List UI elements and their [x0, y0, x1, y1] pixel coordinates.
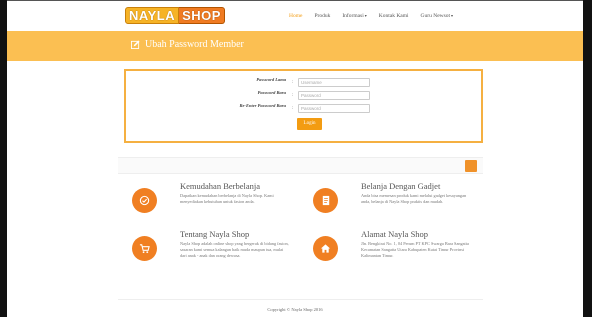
feature-text: Nayla Shop adalah online shop yang berge… — [180, 241, 289, 258]
feature-title: Belanja Dengan Gadjet — [361, 181, 441, 191]
nav-item-label: Produk — [314, 13, 331, 19]
feature-text: Dapatkan kemudahan berbelanja di Nayla S… — [180, 193, 274, 204]
check-circle-icon — [132, 188, 157, 213]
colon: : — [292, 92, 294, 98]
form-row-reenter-password: Re-Enter Password Baru : Password — [126, 103, 481, 113]
nav-item-label: Informasi — [342, 13, 364, 19]
nav-item-home[interactable]: Home — [289, 13, 302, 19]
new-password-input[interactable]: Password — [298, 90, 370, 100]
nav-item-informasi[interactable]: Informasi▾ — [342, 13, 366, 19]
login-button[interactable]: Login — [297, 118, 322, 130]
caret-down-icon: ▾ — [364, 13, 367, 18]
feature-title: Alamat Nayla Shop — [361, 229, 429, 239]
old-password-input[interactable]: Username — [298, 77, 370, 87]
colon: : — [292, 79, 294, 85]
reenter-password-input[interactable]: Password — [298, 103, 370, 113]
brand-word-2: SHOP — [179, 7, 225, 24]
feature-title: Tentang Nayla Shop — [180, 229, 250, 239]
nav-item-produk[interactable]: Produk — [314, 13, 330, 19]
change-password-form: Password Lama : Username Password Baru :… — [124, 69, 483, 143]
document-icon — [313, 188, 338, 213]
feature-text: Anda bisa memesan produk kami melalui ga… — [361, 193, 467, 204]
title-band: Ubah Password Member — [7, 31, 583, 61]
feature-text: Jln. Bengkirai No. 1, 04 Perum PT KPC Sw… — [361, 241, 469, 258]
colon: : — [292, 105, 294, 111]
nav-item-guru[interactable]: Guru Newsot▾ — [421, 13, 454, 19]
brand-logo[interactable]: NAYLA SHOP — [125, 7, 225, 24]
reenter-password-label: Re-Enter Password Baru — [239, 103, 286, 108]
footer-divider — [118, 299, 483, 300]
feature-title: Kemudahan Berbelanja — [180, 181, 261, 191]
edit-icon — [131, 40, 140, 49]
page: NAYLA SHOP Home Produk Informasi▾ Kontak… — [7, 1, 583, 317]
caret-down-icon: ▾ — [451, 13, 454, 18]
footer-copyright: Copyright © Nayla Shop 2016 — [267, 307, 323, 312]
left-black-border — [0, 0, 7, 317]
form-row-new-password: Password Baru : Password — [126, 90, 481, 100]
right-black-border — [583, 0, 592, 317]
nav-item-label: Guru Newsot — [420, 13, 451, 19]
home-icon — [313, 236, 338, 261]
nav-item-kontak[interactable]: Kontak Kami — [379, 13, 409, 19]
top-navbar: NAYLA SHOP Home Produk Informasi▾ Kontak… — [7, 1, 583, 31]
nav-item-label: Home — [289, 13, 303, 19]
orange-square-button[interactable] — [465, 160, 477, 172]
form-row-old-password: Password Lama : Username — [126, 77, 481, 87]
new-password-label: Password Baru — [257, 90, 286, 95]
cart-icon — [132, 236, 157, 261]
divider-strip — [118, 157, 483, 174]
main-nav: Home Produk Informasi▾ Kontak Kami Guru … — [289, 13, 465, 19]
nav-item-label: Kontak Kami — [378, 13, 409, 19]
brand-word-1: NAYLA — [125, 7, 180, 24]
old-password-label: Password Lama — [256, 77, 286, 82]
page-title: Ubah Password Member — [131, 39, 244, 50]
page-title-text: Ubah Password Member — [145, 39, 244, 50]
